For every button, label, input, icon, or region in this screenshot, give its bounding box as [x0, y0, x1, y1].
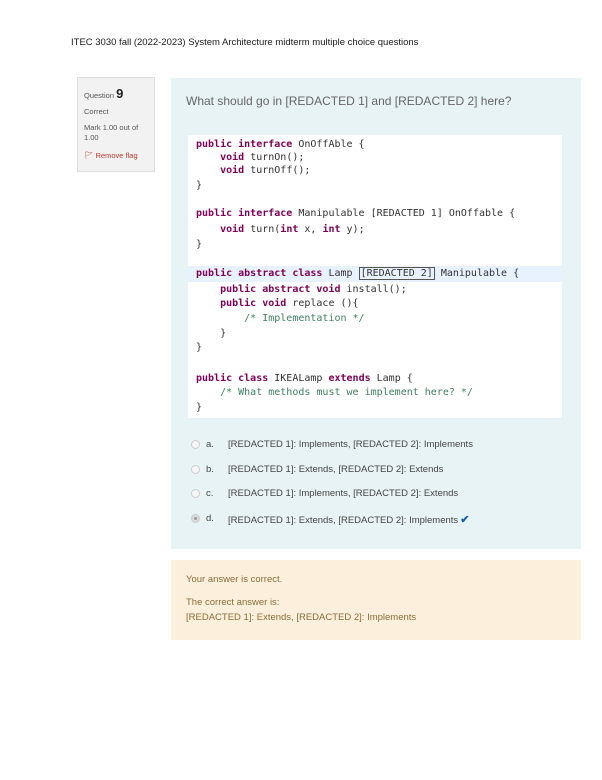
option-letter: c. [206, 488, 214, 499]
flag-icon: 🚩︎ [84, 151, 94, 160]
remove-flag-link[interactable]: 🚩︎ Remove flag [84, 151, 148, 160]
code-line: } [196, 180, 203, 191]
radio-button-selected[interactable] [191, 513, 200, 523]
option-label: [REDACTED 1]: Implements, [REDACTED 2]: … [228, 439, 473, 450]
question-box: What should go in [REDACTED 1] and [REDA… [171, 78, 581, 549]
code-line: public abstract void install(); [196, 284, 407, 295]
page-header: ITEC 3030 fall (2022-2023) System Archit… [71, 37, 419, 48]
code-line: public interface OnOffAble { [196, 139, 365, 150]
question-status: Correct [84, 107, 109, 116]
code-line: public void replace (){ [196, 298, 359, 309]
question-label: Question [84, 91, 115, 100]
code-line: } [196, 239, 203, 250]
question-info-box: Question 9 Correct Mark 1.00 out of 1.00… [77, 77, 155, 172]
code-line: } [196, 328, 227, 339]
code-block: public interface OnOffAble { void turnOn… [188, 135, 562, 418]
code-line: /* Implementation */ [196, 313, 365, 324]
code-line: } [196, 342, 203, 353]
code-line: public abstract class Lamp [REDACTED 2] … [196, 267, 520, 280]
option-label: [REDACTED 1]: Extends, [REDACTED 2]: Imp… [228, 514, 459, 526]
checkmark-icon: ✔ [460, 513, 470, 526]
option-letter: a. [206, 439, 214, 450]
code-line: void turn(int x, int y); [196, 224, 365, 235]
correct-answer-text: [REDACTED 1]: Extends, [REDACTED 2]: Imp… [186, 612, 417, 623]
option-letter: d. [206, 512, 214, 524]
question-number-line: Question 9 [84, 86, 148, 101]
code-line: void turnOff(); [196, 165, 311, 176]
code-line: public interface Manipulable [REDACTED 1… [196, 208, 516, 219]
code-line: public class IKEALamp extends Lamp { [196, 373, 413, 384]
option-letter: b. [206, 463, 214, 475]
radio-button[interactable] [191, 464, 200, 474]
question-number: 9 [116, 86, 124, 101]
option-label: [REDACTED 1]: Implements, [REDACTED 2]: … [228, 488, 459, 499]
radio-button[interactable] [191, 440, 200, 449]
feedback-box: Your answer is correct. The correct answ… [171, 560, 581, 640]
code-line: /* What methods must we implement here? … [196, 387, 473, 398]
option-label: [REDACTED 1]: Extends, [REDACTED 2]: Ext… [228, 463, 444, 475]
radio-button[interactable] [191, 489, 200, 498]
redacted-2-selection: [REDACTED 2] [358, 267, 435, 280]
option-label-wrap: [REDACTED 1]: Extends, [REDACTED 2]: Imp… [228, 513, 469, 526]
feedback-result: Your answer is correct. [186, 574, 283, 585]
question-text: What should go in [REDACTED 1] and [REDA… [186, 94, 512, 108]
code-line: void turnOn(); [196, 152, 305, 163]
code-line: } [196, 402, 203, 413]
remove-flag-label: Remove flag [95, 151, 138, 160]
correct-answer-label: The correct answer is: [186, 597, 280, 608]
question-mark: Mark 1.00 out of 1.00 [84, 123, 139, 142]
